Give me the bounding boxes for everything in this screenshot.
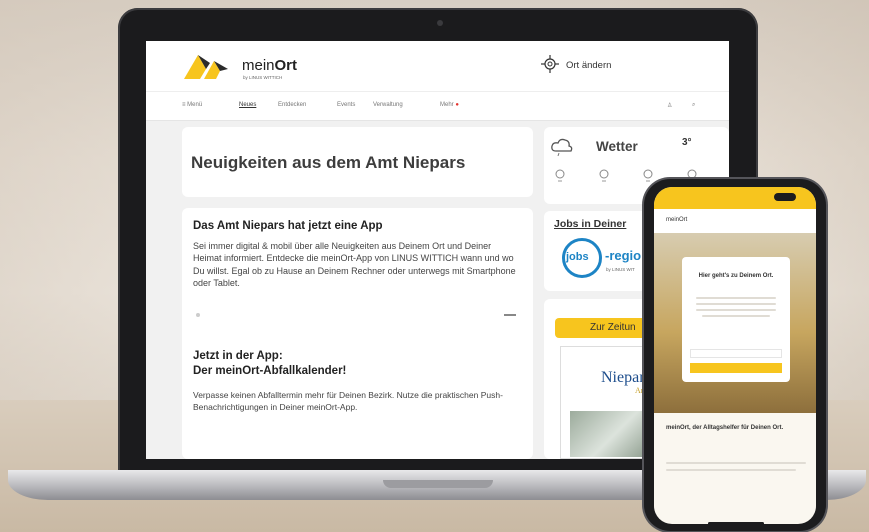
phone-text-line: [666, 462, 806, 464]
calendar-card-body: Verpasse keinen Abfalltermin mehr für De…: [193, 390, 503, 412]
nav-menu-label: Menü: [187, 102, 203, 108]
forecast-icon: [555, 169, 565, 182]
laptop-notch: [383, 480, 493, 488]
forecast-icon: [599, 169, 609, 182]
cloud-icon: [551, 138, 573, 156]
change-location-link[interactable]: Ort ändern: [566, 60, 611, 71]
carousel-dash[interactable]: [504, 314, 516, 316]
phone-home-indicator[interactable]: [708, 522, 764, 525]
site-header: meinOrt by LINUS WITTICH Ort ändern: [146, 41, 729, 91]
jobs-logo-prefix: jobs: [566, 251, 589, 263]
phone-text-line: [696, 297, 776, 299]
search-icon[interactable]: ⌕: [692, 102, 695, 109]
phone-logo[interactable]: meinOrt: [666, 217, 687, 223]
nav-item-news[interactable]: Neues: [239, 102, 256, 108]
jobs-logo-byline: by LINUS WIT: [606, 267, 635, 272]
nav-item-discover[interactable]: Entdecken: [278, 102, 306, 108]
meinort-logo-icon[interactable]: [184, 51, 228, 79]
weather-title: Wetter: [596, 139, 638, 154]
brand-name-bold: Ort: [274, 57, 298, 74]
nav-item-administration[interactable]: Verwaltung: [373, 102, 403, 108]
nav-item-menu[interactable]: ≡ Menü: [182, 102, 202, 108]
phone-dynamic-island: [774, 193, 796, 201]
calendar-title-line2: Der meinOrt-Abfallkalender!: [193, 365, 347, 377]
phone-text-line: [702, 315, 770, 317]
carousel-dot[interactable]: [196, 313, 200, 317]
nav-item-events[interactable]: Events: [337, 102, 355, 108]
phone-text-line: [696, 303, 776, 305]
calendar-title-line1: Jetzt in der App:: [193, 350, 283, 362]
phone-screen: meinOrt Hier geht's zu Deinem Ort. meinO…: [654, 187, 816, 524]
phone-text-line: [666, 469, 796, 471]
phone-card-title: Hier geht's zu Deinem Ort.: [698, 273, 774, 279]
app-card-body: Sei immer digital & mobil über alle Neui…: [193, 241, 516, 288]
main-nav: ≡ Menü Neues Entdecken Events Verwaltung…: [146, 91, 729, 121]
newspaper-title: Niepar: [601, 369, 645, 386]
brand-name[interactable]: meinOrt: [242, 57, 297, 74]
jobs-logo-suffix: -region: [605, 248, 650, 263]
laptop-camera: [437, 20, 443, 26]
calendar-card-title: Jetzt in der App: Der meinOrt-Abfallkale…: [193, 349, 346, 379]
laptop-screen: meinOrt by LINUS WITTICH Ort ändern ≡ Me…: [146, 41, 729, 459]
user-icon[interactable]: ♙: [667, 102, 672, 109]
phone-submit-button[interactable]: [690, 363, 782, 373]
phone-text-line: [696, 309, 776, 311]
nav-more-label: Mehr: [440, 102, 454, 108]
phone-location-input[interactable]: [690, 349, 782, 358]
brand-byline: by LINUS WITTICH: [243, 75, 283, 80]
nav-more-dot: ●: [455, 102, 459, 108]
weather-temperature: 3°: [682, 137, 692, 148]
app-card-title: Das Amt Niepars hat jetzt eine App: [193, 220, 383, 232]
nav-item-more[interactable]: Mehr ●: [440, 102, 459, 108]
jobs-title-link[interactable]: Jobs in Deiner: [554, 218, 626, 230]
location-target-icon[interactable]: [541, 55, 559, 73]
phone-bottom-text: meinOrt, der Alltagshelfer für Deinen Or…: [666, 425, 784, 431]
news-heading: Neuigkeiten aus dem Amt Niepars: [191, 153, 466, 172]
brand-name-pre: mein: [242, 57, 275, 74]
